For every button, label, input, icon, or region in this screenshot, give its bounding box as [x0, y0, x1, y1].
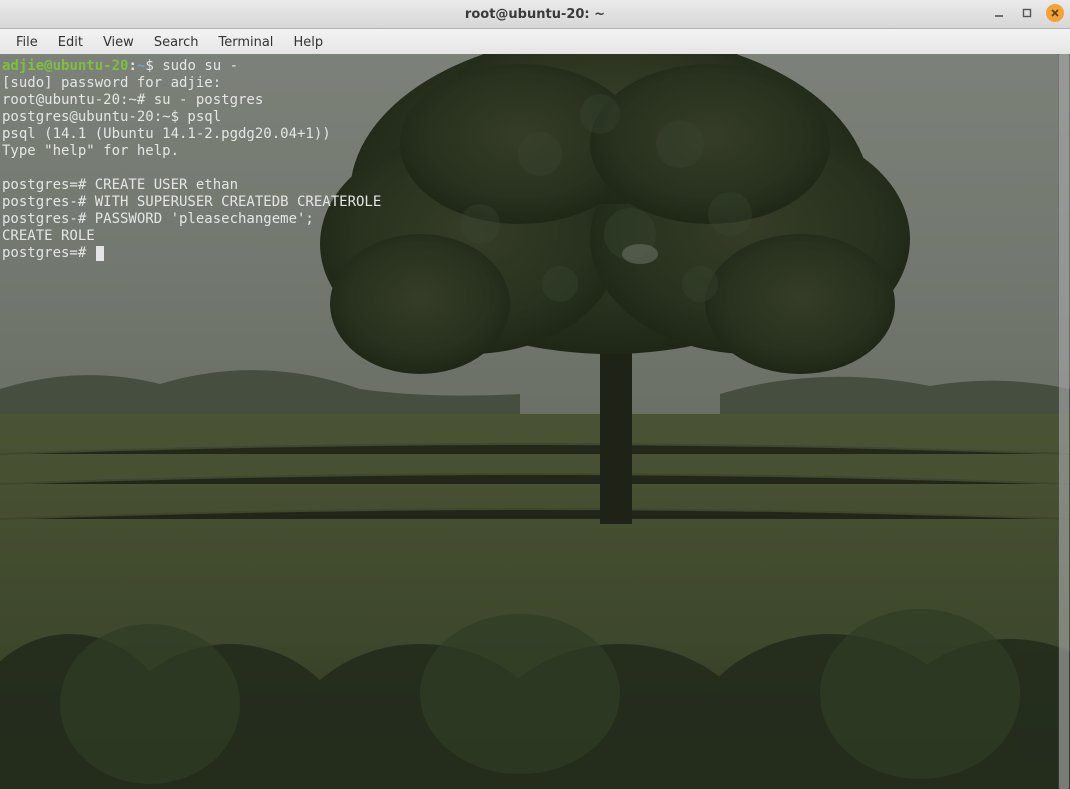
minimize-icon[interactable] [990, 4, 1008, 22]
terminal-line: postgres=# CREATE USER ethan [2, 177, 238, 193]
prompt-colon: : [128, 58, 136, 74]
menu-view[interactable]: View [93, 32, 144, 53]
terminal-line: postgres-# PASSWORD 'pleasechangeme'; [2, 211, 314, 227]
terminal-line: psql (14.1 (Ubuntu 14.1-2.pgdg20.04+1)) [2, 126, 331, 142]
text-cursor [96, 246, 104, 261]
scrollbar[interactable] [1058, 54, 1070, 789]
menu-search[interactable]: Search [144, 32, 209, 53]
close-icon[interactable] [1046, 4, 1064, 22]
terminal-line: CREATE ROLE [2, 228, 95, 244]
terminal-line: postgres-# WITH SUPERUSER CREATEDB CREAT… [2, 194, 381, 210]
menu-terminal[interactable]: Terminal [208, 32, 283, 53]
prompt-host: ubuntu-20 [53, 58, 129, 74]
prompt-at: @ [44, 58, 52, 74]
terminal-viewport[interactable]: adjie@ubuntu-20:~$ sudo su - [sudo] pass… [0, 54, 1070, 789]
menu-edit[interactable]: Edit [48, 32, 93, 53]
terminal-output[interactable]: adjie@ubuntu-20:~$ sudo su - [sudo] pass… [0, 54, 1070, 789]
menubar: File Edit View Search Terminal Help [0, 29, 1070, 56]
command-text: sudo su - [162, 58, 238, 74]
terminal-window: root@ubuntu-20: ~ File Edit View Search … [0, 0, 1070, 789]
window-controls [990, 4, 1064, 22]
terminal-line: Type "help" for help. [2, 143, 179, 159]
scrollbar-thumb[interactable] [1059, 54, 1069, 789]
terminal-line: postgres=# [2, 245, 95, 261]
prompt-symbol: $ [145, 58, 162, 74]
maximize-icon[interactable] [1018, 4, 1036, 22]
menu-help[interactable]: Help [283, 32, 333, 53]
titlebar[interactable]: root@ubuntu-20: ~ [0, 0, 1070, 29]
terminal-line: root@ubuntu-20:~# su - postgres [2, 92, 263, 108]
prompt-user: adjie [2, 58, 44, 74]
menu-file[interactable]: File [6, 32, 48, 53]
terminal-line: [sudo] password for adjie: [2, 75, 230, 91]
terminal-line: postgres@ubuntu-20:~$ psql [2, 109, 221, 125]
window-title: root@ubuntu-20: ~ [0, 7, 1070, 22]
